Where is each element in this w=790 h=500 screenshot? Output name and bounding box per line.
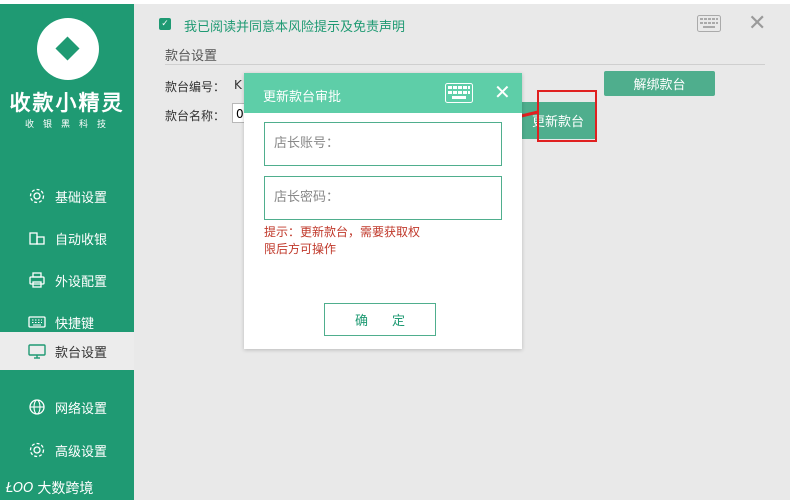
watermark-text: 大数跨境 xyxy=(37,481,94,497)
confirm-button[interactable]: 确定 xyxy=(324,303,436,336)
sidebar-item-network-settings[interactable]: 网络设置 xyxy=(0,388,134,426)
dialog-hint: 提示：更新款台，需要获取权限后方可操作 xyxy=(264,225,421,256)
keyboard-icon[interactable] xyxy=(445,83,473,103)
keyboard-icon xyxy=(28,313,46,331)
watermark-logo: ŁOO xyxy=(6,480,34,496)
globe-icon xyxy=(28,398,46,416)
dialog-close-icon[interactable]: ✕ xyxy=(494,80,511,104)
sidebar-item-label: 外设配置 xyxy=(55,274,108,290)
brand-subtitle: 收银黑科技 xyxy=(24,120,115,130)
watermark: ŁOO 大数跨境 xyxy=(6,478,93,498)
sidebar-item-basic-settings[interactable]: 基础设置 xyxy=(0,177,134,215)
close-icon[interactable]: ✕ xyxy=(748,11,766,36)
register-name-label: 款台名称： xyxy=(165,109,226,123)
sidebar-item-label: 高级设置 xyxy=(55,444,108,460)
monitor-icon xyxy=(28,342,46,360)
sidebar-item-label: 基础设置 xyxy=(55,190,108,206)
sidebar: 收款小精灵 收银黑科技 基础设置 自动收银 外设配置 快捷键 款台设置 网络设置… xyxy=(0,4,134,500)
sidebar-item-auto-cashier[interactable]: 自动收银 xyxy=(0,219,134,257)
register-number-label: 款台编号： xyxy=(165,80,226,94)
agree-text[interactable]: 我已阅读并同意本风险提示及免责声明 xyxy=(184,16,405,35)
gear-icon xyxy=(28,187,46,205)
dialog-title: 更新款台审批 xyxy=(263,90,342,105)
sidebar-item-register-settings[interactable]: 款台设置 xyxy=(0,332,134,370)
sidebar-item-label: 自动收银 xyxy=(55,232,108,248)
sidebar-item-advanced-settings[interactable]: 高级设置 xyxy=(0,431,134,469)
manager-account-input[interactable]: 店长账号： xyxy=(264,122,502,166)
keyboard-icon[interactable] xyxy=(697,15,721,32)
dialog-header: 更新款台审批 ✕ xyxy=(244,73,522,113)
brand-name: 收款小精灵 xyxy=(9,91,125,115)
sidebar-item-label: 款台设置 xyxy=(55,345,108,361)
gear-icon xyxy=(28,441,46,459)
agree-checkbox[interactable]: ✓ xyxy=(159,18,171,30)
annotation-highlight-box xyxy=(537,90,597,142)
section-divider xyxy=(165,64,765,65)
register-number-value: K xyxy=(234,78,242,92)
sidebar-item-label: 网络设置 xyxy=(55,401,108,417)
sidebar-item-peripherals[interactable]: 外设配置 xyxy=(0,261,134,299)
manager-password-input[interactable]: 店长密码： xyxy=(264,176,502,220)
section-title: 款台设置 xyxy=(165,49,218,64)
coins-icon xyxy=(28,229,46,247)
unbind-register-button[interactable]: 解绑款台 xyxy=(604,71,715,96)
update-register-dialog: 更新款台审批 ✕ 店长账号： 店长密码： 提示：更新款台，需要获取权限后方可操作… xyxy=(244,73,522,349)
sidebar-item-label: 快捷键 xyxy=(55,316,95,332)
printer-icon xyxy=(28,271,46,289)
